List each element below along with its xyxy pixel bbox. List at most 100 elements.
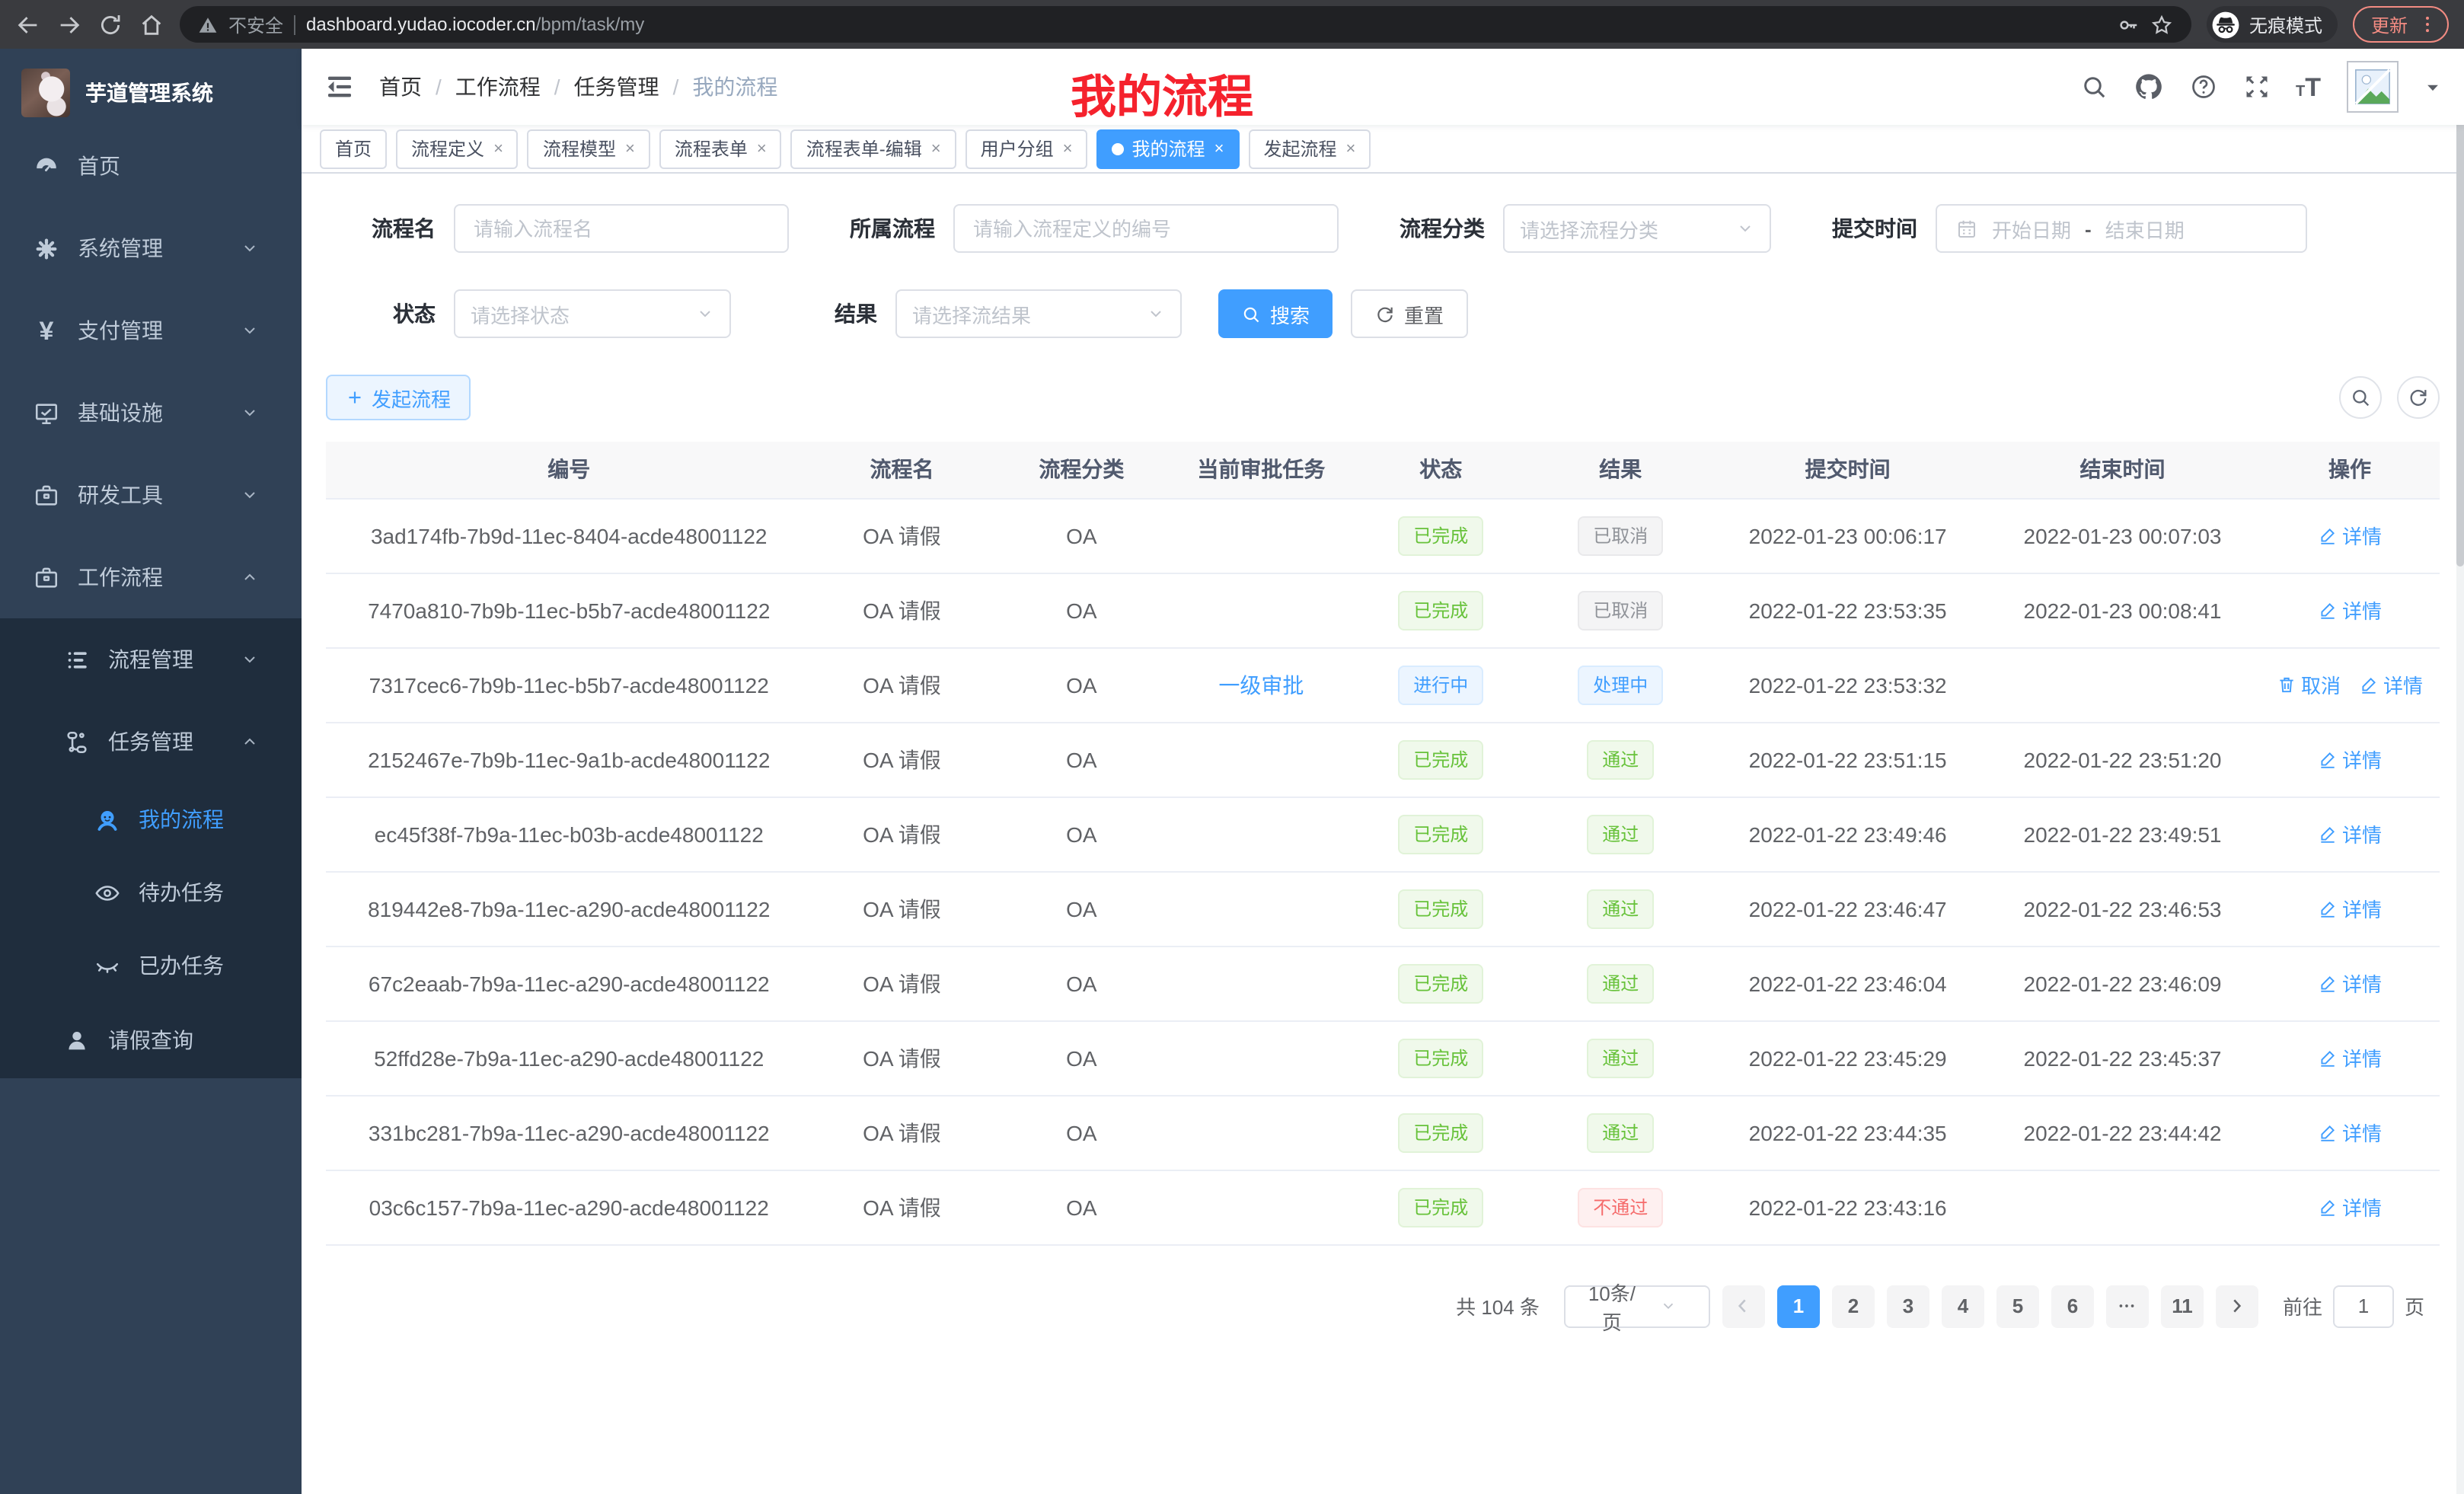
update-button[interactable]: 更新	[2353, 6, 2449, 43]
close-icon[interactable]: ×	[1345, 139, 1355, 158]
more-pages-button[interactable]	[2106, 1285, 2149, 1327]
detail-link[interactable]: 详情	[2318, 745, 2382, 774]
hamburger-icon[interactable]	[324, 72, 355, 102]
cell-id: 3ad174fb-7b9d-11ec-8404-acde48001122	[326, 498, 812, 573]
page-button-1[interactable]: 1	[1777, 1285, 1820, 1327]
eye-icon	[94, 879, 120, 905]
logo-image	[21, 69, 70, 117]
tab-label: 流程表单	[675, 136, 748, 161]
sidebar-item-home[interactable]: 首页	[0, 125, 302, 207]
next-page-button[interactable]	[2216, 1285, 2258, 1327]
detail-link[interactable]: 详情	[2318, 819, 2382, 848]
page-size-select[interactable]: 10条/页	[1564, 1285, 1710, 1327]
reset-button[interactable]: 重置	[1351, 289, 1468, 338]
sidebar-item-system[interactable]: 系统管理	[0, 207, 302, 289]
start-date-placeholder[interactable]: 开始日期	[1992, 214, 2071, 243]
search-button[interactable]: 搜索	[1218, 289, 1333, 338]
process-name-input[interactable]	[454, 204, 789, 253]
tab-home[interactable]: 首页	[320, 129, 387, 168]
tab-process-form[interactable]: 流程表单 ×	[659, 129, 782, 168]
page-button-5[interactable]: 5	[1996, 1285, 2039, 1327]
sidebar: 芋道管理系统 首页系统管理¥支付管理基础设施研发工具工作流程流程管理任务管理我的…	[0, 49, 302, 1494]
goto-page-input[interactable]	[2333, 1285, 2394, 1327]
page-button-3[interactable]: 3	[1887, 1285, 1929, 1327]
sidebar-item-devtools[interactable]: 研发工具	[0, 454, 302, 536]
detail-link[interactable]: 详情	[2318, 1192, 2382, 1221]
hide-search-button[interactable]	[2339, 376, 2382, 419]
detail-link[interactable]: 详情	[2359, 670, 2423, 699]
cell-actions: 详情	[2260, 871, 2440, 946]
close-icon[interactable]: ×	[1063, 139, 1073, 158]
window-scrollbar-thumb[interactable]	[2456, 49, 2464, 567]
sidebar-item-process-mgmt[interactable]: 流程管理	[0, 618, 302, 701]
page-button-4[interactable]: 4	[1942, 1285, 1984, 1327]
avatar-caret-icon[interactable]	[2424, 78, 2441, 95]
submit-time-range[interactable]: 开始日期 - 结束日期	[1936, 204, 2307, 253]
column-header: 流程分类	[991, 442, 1171, 498]
tab-start-process[interactable]: 发起流程×	[1248, 129, 1371, 168]
status-badge: 已完成	[1398, 516, 1483, 555]
sidebar-item-my-process[interactable]: 我的流程	[0, 783, 302, 856]
result-badge: 通过	[1587, 814, 1654, 854]
tab-process-form-edit[interactable]: 流程表单-编辑×	[791, 129, 956, 168]
refresh-table-button[interactable]	[2397, 376, 2440, 419]
start-process-button[interactable]: 发起流程	[326, 375, 471, 420]
cell-actions: 取消详情	[2260, 647, 2440, 722]
password-key-icon[interactable]	[2117, 13, 2140, 36]
browser-home-button[interactable]	[139, 11, 164, 37]
prev-page-button[interactable]	[1722, 1285, 1765, 1327]
font-size-icon[interactable]: TT	[2296, 74, 2321, 100]
close-icon[interactable]: ×	[625, 139, 635, 158]
parent-process-input[interactable]	[953, 204, 1339, 253]
header-search-icon[interactable]	[2079, 73, 2107, 101]
browser-back-button[interactable]	[15, 11, 41, 37]
bookmark-star-icon[interactable]	[2150, 13, 2173, 36]
sidebar-item-leave-query[interactable]: 请假查询	[0, 1002, 302, 1078]
tab-process-definition[interactable]: 流程定义×	[396, 129, 519, 168]
cancel-link[interactable]: 取消	[2277, 670, 2341, 699]
cell-category: OA	[991, 647, 1171, 722]
tab-user-group[interactable]: 用户分组×	[965, 129, 1088, 168]
detail-link[interactable]: 详情	[2318, 894, 2382, 923]
sidebar-item-workflow[interactable]: 工作流程	[0, 536, 302, 618]
browser-forward-button[interactable]	[56, 11, 82, 37]
avatar[interactable]	[2347, 61, 2399, 113]
tab-my-process[interactable]: 我的流程 ×	[1097, 129, 1240, 168]
tab-process-model[interactable]: 流程模型 ×	[528, 129, 650, 168]
cell-submit-time: 2022-01-22 23:53:32	[1710, 647, 1985, 722]
close-icon[interactable]: ×	[931, 139, 941, 158]
sidebar-item-todo-tasks[interactable]: 待办任务	[0, 856, 302, 929]
sidebar-item-done-tasks[interactable]: 已办任务	[0, 929, 302, 1002]
tab-label: 我的流程	[1132, 136, 1205, 161]
sidebar-item-payment[interactable]: ¥支付管理	[0, 289, 302, 372]
breadcrumb-item[interactable]: 首页	[379, 72, 422, 102]
address-bar[interactable]: 不安全 dashboard.yudao.iocoder.cn/bpm/task/…	[180, 6, 2191, 43]
page-button-6[interactable]: 6	[2051, 1285, 2094, 1327]
sidebar-item-task-mgmt[interactable]: 任务管理	[0, 701, 302, 783]
close-icon[interactable]: ×	[493, 139, 503, 158]
category-select[interactable]: 请选择流程分类	[1503, 204, 1771, 253]
browser-menu-icon[interactable]	[2417, 14, 2438, 35]
status-select[interactable]: 请选择状态	[454, 289, 731, 338]
detail-link[interactable]: 详情	[2318, 1118, 2382, 1147]
close-icon[interactable]: ×	[757, 139, 767, 158]
github-icon[interactable]	[2133, 72, 2163, 102]
breadcrumb-item[interactable]: 任务管理	[574, 72, 659, 102]
detail-link[interactable]: 详情	[2318, 969, 2382, 998]
tab-label: 流程模型	[543, 136, 616, 161]
task-link[interactable]: 一级审批	[1218, 672, 1304, 697]
help-icon[interactable]	[2189, 73, 2217, 101]
detail-link[interactable]: 详情	[2318, 595, 2382, 624]
browser-reload-button[interactable]	[97, 11, 123, 37]
breadcrumb-item[interactable]: 工作流程	[455, 72, 541, 102]
detail-link[interactable]: 详情	[2318, 1043, 2382, 1072]
detail-link[interactable]: 详情	[2318, 521, 2382, 550]
cell-result: 通过	[1530, 796, 1710, 871]
sidebar-item-infra[interactable]: 基础设施	[0, 372, 302, 454]
page-button-11[interactable]: 11	[2161, 1285, 2204, 1327]
fullscreen-icon[interactable]	[2242, 73, 2270, 101]
page-button-2[interactable]: 2	[1832, 1285, 1875, 1327]
result-select[interactable]: 请选择流结果	[895, 289, 1182, 338]
end-date-placeholder[interactable]: 结束日期	[2105, 214, 2185, 243]
close-icon[interactable]: ×	[1214, 139, 1224, 158]
